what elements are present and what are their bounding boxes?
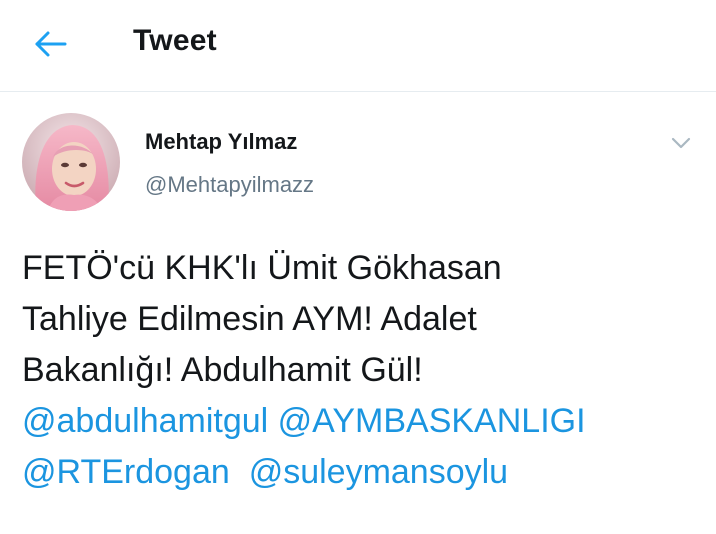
tweet-text-line: Bakanlığı! Abdulhamit Gül! <box>22 351 423 389</box>
mention-link-suleymansoylu[interactable]: @suleymansoylu <box>249 453 508 491</box>
author-display-name[interactable]: Mehtap Yılmaz <box>145 129 297 155</box>
avatar-image <box>22 113 120 211</box>
tweet-detail-screen: Tweet Mehtap Yılmaz @Mehtapyilmazz FETÖ'… <box>0 0 716 534</box>
page-title: Tweet <box>133 24 217 57</box>
tweet-menu-button[interactable] <box>668 132 694 154</box>
arrow-left-icon <box>35 31 67 57</box>
author-handle[interactable]: @Mehtapyilmazz <box>145 172 314 198</box>
avatar[interactable] <box>22 113 120 211</box>
tweet-text-line: Tahliye Edilmesin AYM! Adalet <box>22 300 477 338</box>
chevron-down-icon <box>671 137 691 149</box>
mention-link-aymbaskanligi[interactable]: @AYMBASKANLIGI <box>278 402 586 440</box>
top-bar: Tweet <box>0 0 716 92</box>
tweet-text-line: FETÖ'cü KHK'lı Ümit Gökhasan <box>22 249 502 287</box>
mention-link-abdulhamitgul[interactable]: @abdulhamitgul <box>22 402 268 440</box>
mentions-line: @abdulhamitgul @AYMBASKANLIGI <box>22 396 702 447</box>
tweet-text: FETÖ'cü KHK'lı Ümit Gökhasan Tahliye Edi… <box>22 243 702 498</box>
mentions-line: @RTErdogan @suleymansoylu <box>22 447 702 498</box>
mention-link-rterdogan[interactable]: @RTErdogan <box>22 453 230 491</box>
back-button[interactable] <box>30 26 70 62</box>
